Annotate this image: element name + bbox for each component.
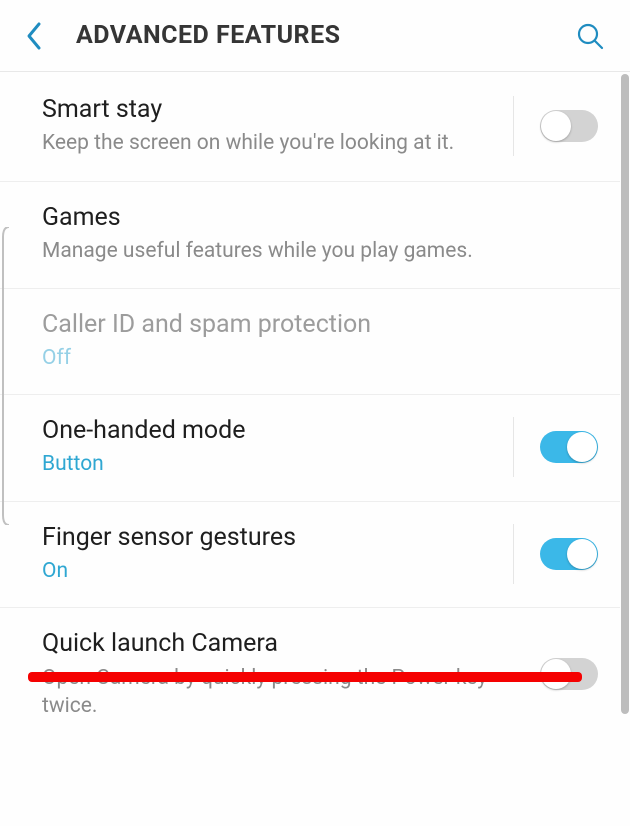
setting-subtitle: Keep the screen on while you're looking … — [42, 129, 503, 157]
setting-finger-sensor-gestures[interactable]: Finger sensor gestures On — [0, 502, 620, 609]
setting-games[interactable]: Games Manage useful features while you p… — [0, 182, 620, 289]
scrollbar[interactable] — [621, 74, 629, 714]
setting-title: Finger sensor gestures — [42, 522, 503, 553]
annotation-underline — [28, 672, 582, 682]
setting-title: One-handed mode — [42, 415, 503, 446]
toggle-one-handed-mode[interactable] — [540, 431, 598, 463]
setting-subtitle: Off — [42, 344, 588, 372]
search-button[interactable] — [568, 14, 612, 58]
setting-subtitle: Button — [42, 450, 503, 478]
header: ADVANCED FEATURES — [0, 0, 630, 72]
content-area: Smart stay Keep the screen on while you'… — [0, 72, 630, 826]
setting-subtitle: On — [42, 557, 503, 585]
toggle-finger-sensor-gestures[interactable] — [540, 538, 598, 570]
settings-list: Smart stay Keep the screen on while you'… — [0, 72, 630, 742]
setting-caller-id[interactable]: Caller ID and spam protection Off — [0, 289, 620, 396]
setting-subtitle: Manage useful features while you play ga… — [42, 237, 588, 265]
setting-one-handed-mode[interactable]: One-handed mode Button — [0, 395, 620, 502]
page-title: ADVANCED FEATURES — [76, 21, 568, 50]
chevron-left-icon — [25, 21, 43, 51]
setting-title: Quick launch Camera — [42, 628, 504, 659]
setting-title: Games — [42, 202, 588, 233]
search-icon — [576, 22, 604, 50]
setting-smart-stay[interactable]: Smart stay Keep the screen on while you'… — [0, 72, 620, 182]
back-button[interactable] — [12, 14, 56, 58]
setting-title: Caller ID and spam protection — [42, 309, 588, 340]
setting-title: Smart stay — [42, 94, 503, 125]
toggle-smart-stay[interactable] — [540, 110, 598, 142]
